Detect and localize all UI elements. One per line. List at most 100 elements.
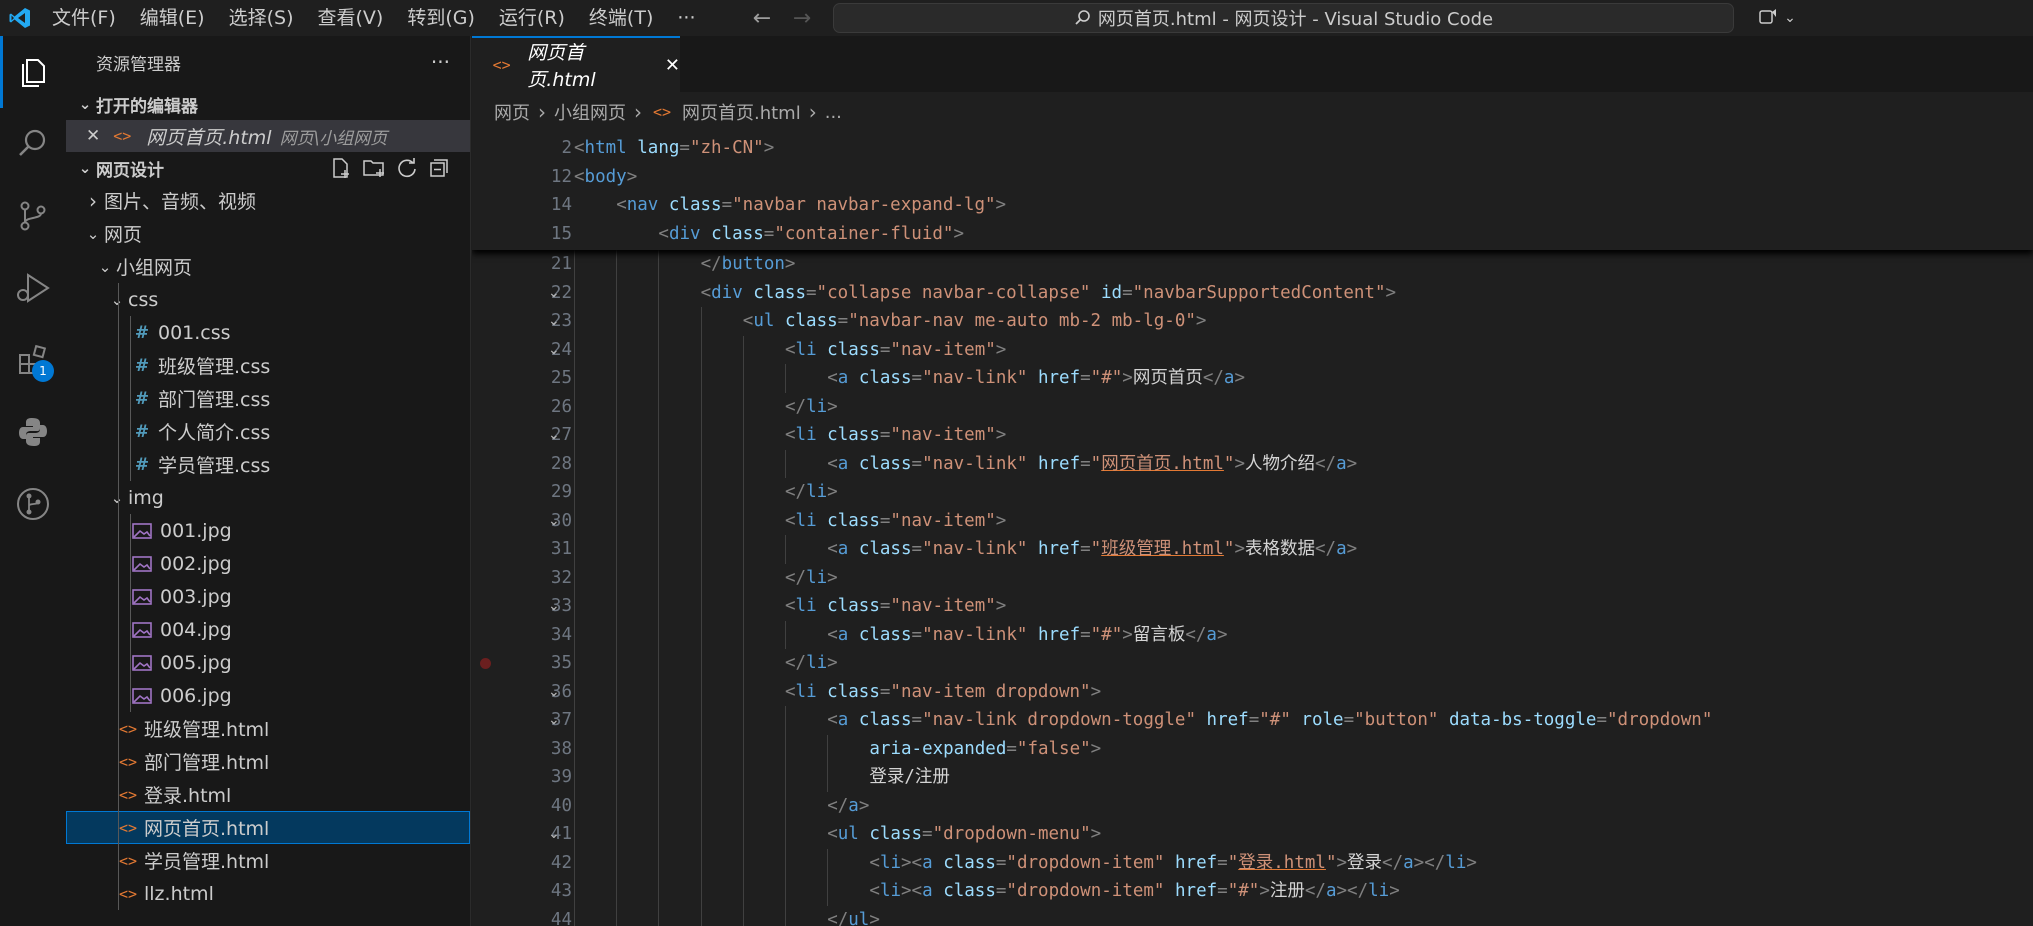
menu-item[interactable]: 编辑(E)	[128, 0, 217, 36]
menu-item[interactable]: 运行(R)	[487, 0, 577, 36]
run-debug-icon[interactable]	[0, 252, 66, 324]
tree-file[interactable]: <> llz.html	[66, 877, 470, 910]
breadcrumb-item[interactable]: 网页首页.html	[682, 99, 801, 125]
refresh-icon[interactable]	[396, 157, 418, 179]
fold-chevron-icon[interactable]: ⌄	[548, 421, 568, 450]
code-line[interactable]: 32 </li>	[472, 563, 2033, 592]
breadcrumb-item[interactable]: 小组网页	[554, 99, 626, 125]
open-editors-header[interactable]: ⌄ 打开的编辑器	[66, 88, 470, 120]
tree-file[interactable]: <> 班级管理.html	[66, 712, 470, 745]
tree-file[interactable]: 002.jpg	[66, 547, 470, 580]
line-number: 15	[550, 223, 572, 244]
tree-file[interactable]: # 班级管理.css	[66, 349, 470, 382]
tree-folder[interactable]: ⌄ 小组网页	[66, 250, 470, 283]
fold-chevron-icon[interactable]: ⌄	[548, 592, 568, 621]
code-line[interactable]: 25 <a class="nav-link" href="#">网页首页</a>	[472, 364, 2033, 393]
new-folder-icon[interactable]	[362, 157, 386, 179]
workspace-header[interactable]: ⌄ 网页设计	[66, 152, 470, 184]
fold-chevron-icon[interactable]: ⌄	[548, 706, 568, 735]
forward-arrow-icon[interactable]: →	[782, 6, 822, 31]
explorer-icon[interactable]	[0, 36, 66, 108]
code-line[interactable]: 28 <a class="nav-link" href="网页首页.html">人…	[472, 449, 2033, 478]
code-line[interactable]: 29 </li>	[472, 478, 2033, 507]
fold-chevron-icon[interactable]: ⌄	[548, 279, 568, 308]
tree-file[interactable]: <> 登录.html	[66, 778, 470, 811]
code-editor[interactable]: 2 <html lang="zh-CN"> 12 <body> 14 <nav class…	[472, 132, 2033, 926]
tree-file[interactable]: <> 部门管理.html	[66, 745, 470, 778]
close-icon[interactable]: ✕	[665, 55, 680, 76]
tree-file[interactable]: # 部门管理.css	[66, 382, 470, 415]
tree-file[interactable]: 004.jpg	[66, 613, 470, 646]
tree-file[interactable]: # 个人简介.css	[66, 415, 470, 448]
tree-file[interactable]: 005.jpg	[66, 646, 470, 679]
sticky-scroll[interactable]: 2 <html lang="zh-CN"> 12 <body> 14 <nav class…	[472, 132, 2033, 250]
fold-chevron-icon[interactable]: ⌄	[548, 507, 568, 536]
copilot-layout-button[interactable]: ⌄	[1752, 2, 1802, 34]
code-line[interactable]: 41 ⌄ <ul class="dropdown-menu">	[472, 820, 2033, 849]
extensions-icon[interactable]: 1	[0, 324, 66, 396]
breadcrumb-item[interactable]: 网页	[494, 99, 530, 125]
code-line[interactable]: 27 ⌄ <li class="nav-item">	[472, 421, 2033, 450]
tree-file[interactable]: 006.jpg	[66, 679, 470, 712]
code-token: ></	[1413, 852, 1446, 873]
tree-folder[interactable]: ⌄ img	[66, 481, 470, 514]
menu-item[interactable]: 转到(G)	[395, 0, 487, 36]
code-line[interactable]: 21 </button>	[472, 250, 2033, 279]
code-line[interactable]: 34 <a class="nav-link" href="#">留言板</a>	[472, 620, 2033, 649]
code-line[interactable]: 40 </a>	[472, 791, 2033, 820]
menu-item[interactable]: 选择(S)	[217, 0, 306, 36]
tree-file[interactable]: 003.jpg	[66, 580, 470, 613]
code-line[interactable]: 31 <a class="nav-link" href="班级管理.html">表…	[472, 535, 2033, 564]
git-graph-icon[interactable]	[0, 468, 66, 540]
source-control-icon[interactable]	[0, 180, 66, 252]
code-line[interactable]: 38 aria-expanded="false">	[472, 734, 2033, 763]
breakpoint-icon[interactable]	[480, 658, 491, 669]
code-line[interactable]: 26 </li>	[472, 392, 2033, 421]
menu-item[interactable]: 文件(F)	[40, 0, 128, 36]
tree-file[interactable]: <> 学员管理.html	[66, 844, 470, 877]
tab-active[interactable]: <> 网页首页.html ✕	[472, 36, 680, 92]
more-menu-button[interactable]: ···	[665, 0, 707, 36]
tree-file[interactable]: #001.css	[66, 316, 470, 349]
fold-chevron-icon[interactable]: ⌄	[548, 678, 568, 707]
search-icon[interactable]	[0, 108, 66, 180]
code-line[interactable]: 2 <html lang="zh-CN">	[472, 134, 2033, 163]
tree-file[interactable]: # 学员管理.css	[66, 448, 470, 481]
tree-folder[interactable]: › 图片、音频、视频	[66, 184, 470, 217]
close-icon[interactable]: ✕	[86, 126, 100, 146]
code-line[interactable]: 39 登录/注册	[472, 763, 2033, 792]
back-arrow-icon[interactable]: ←	[742, 6, 782, 31]
more-actions-icon[interactable]: ···	[431, 50, 450, 74]
fold-chevron-icon[interactable]: ⌄	[548, 336, 568, 365]
code-line[interactable]: 35 </li>	[472, 649, 2033, 678]
tree-file[interactable]: <> 网页首页.html	[66, 811, 470, 844]
code-line[interactable]: 33 ⌄ <li class="nav-item">	[472, 592, 2033, 621]
code-line[interactable]: 23 ⌄ <ul class="navbar-nav me-auto mb-2 mb…	[472, 307, 2033, 336]
open-editor-item[interactable]: ✕ <> 网页首页.html 网页\小组网页	[66, 120, 470, 152]
fold-chevron-icon[interactable]: ⌄	[548, 307, 568, 336]
command-center[interactable]: 网页首页.html - 网页设计 - Visual Studio Code	[833, 3, 1734, 33]
code-line[interactable]: 42 <li><a class="dropdown-item" href="登录.…	[472, 848, 2033, 877]
python-icon[interactable]	[0, 396, 66, 468]
code-line[interactable]: 12 <body>	[472, 163, 2033, 192]
html-file-icon: <>	[118, 818, 138, 837]
code-line[interactable]: 24 ⌄ <li class="nav-item">	[472, 335, 2033, 365]
new-file-icon[interactable]	[330, 157, 352, 179]
indent-guide	[616, 535, 618, 564]
menu-item[interactable]: 查看(V)	[306, 0, 396, 36]
menu-item[interactable]: 终端(T)	[577, 0, 665, 36]
fold-chevron-icon[interactable]: ⌄	[548, 820, 568, 849]
code-line[interactable]: 15 <div class="container-fluid">	[472, 220, 2033, 249]
breadcrumb-item[interactable]: ...	[825, 102, 842, 123]
code-line[interactable]: 30 ⌄ <li class="nav-item">	[472, 506, 2033, 536]
code-line[interactable]: 37 ⌄ <a class="nav-link dropdown-toggle" h…	[472, 706, 2033, 735]
tree-file[interactable]: 001.jpg	[66, 514, 470, 547]
code-line[interactable]: 36 ⌄ <li class="nav-item dropdown">	[472, 677, 2033, 707]
code-line[interactable]: 22 ⌄ <div class="collapse navbar-collapse"…	[472, 278, 2033, 308]
tree-folder[interactable]: ⌄ 网页	[66, 217, 470, 250]
code-line[interactable]: 14 <nav class="navbar navbar-expand-lg">	[472, 191, 2033, 220]
code-line[interactable]: 43 <li><a class="dropdown-item" href="#">…	[472, 877, 2033, 906]
collapse-all-icon[interactable]	[428, 157, 450, 179]
code-line[interactable]: 44 </ul>	[472, 905, 2033, 926]
tree-folder[interactable]: ⌄ css	[66, 283, 470, 316]
